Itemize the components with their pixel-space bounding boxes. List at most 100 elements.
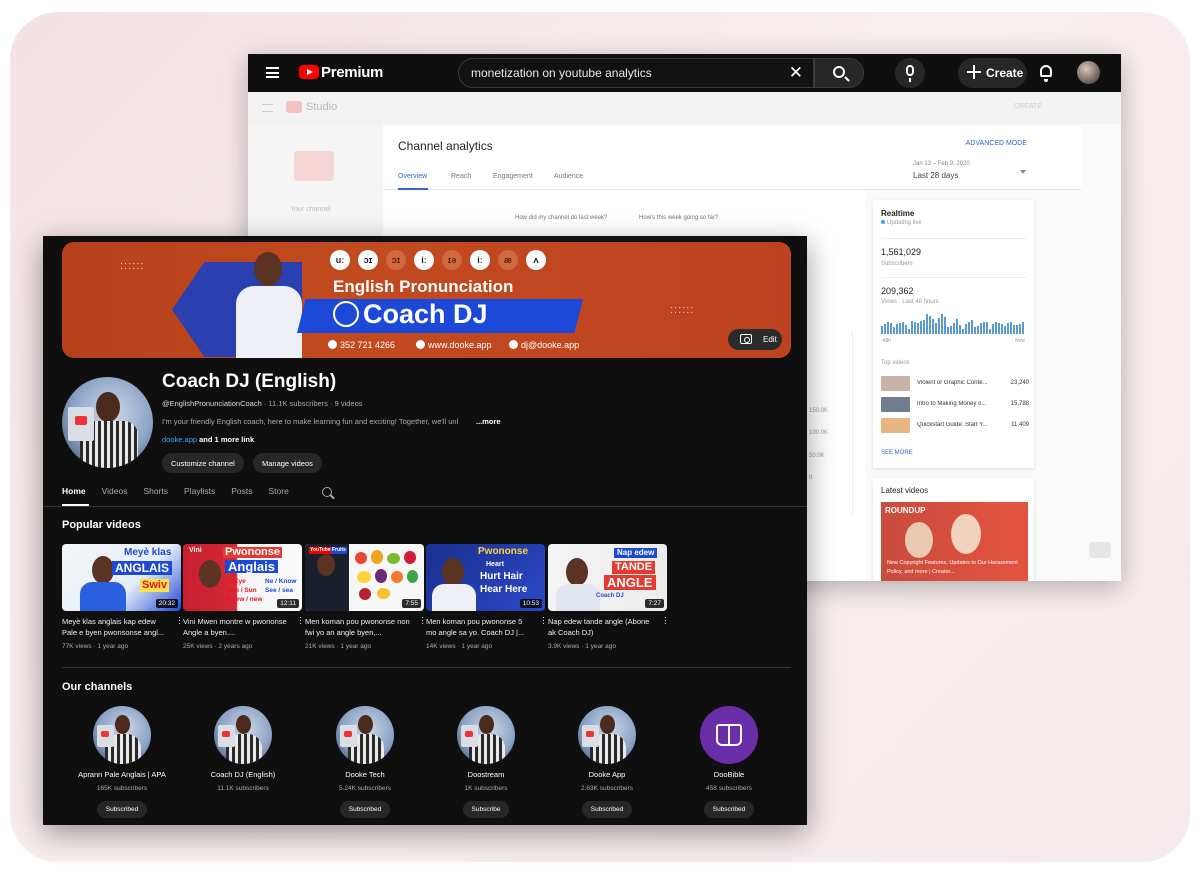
tab-overview[interactable]: Overview [398,173,427,180]
date-range[interactable]: Jan 13 – Feb 9, 2020 [913,161,970,167]
edit-banner-button[interactable]: Edit [728,329,782,350]
channel-avatar[interactable] [336,706,394,764]
channel-card-name[interactable]: DooBible [670,770,788,779]
studio-create-button[interactable]: CREATE [1014,103,1042,110]
tab-shorts[interactable]: Shorts [143,486,168,506]
video-card[interactable]: YouTube Fruits 7:55 Men koman pou pwonon… [305,544,424,650]
channel-card-name[interactable]: Dooke Tech [306,770,424,779]
channel-avatar[interactable] [214,706,272,764]
video-thumbnail[interactable]: Pwononse Heart Hurt Hair Hear Here 10:53 [426,544,545,611]
channel-link[interactable]: dooke.app [162,435,197,444]
advanced-mode-link[interactable]: ADVANCED MODE [966,140,1027,147]
video-thumbnail[interactable]: Nap edew TANDE ANGLE Coach DJ 7:27 [548,544,667,611]
top-video-row[interactable]: Quickstart Guide: Start Y... 11,409 [881,418,1029,434]
channel-handle[interactable]: @EnglishPronunciationCoach [162,399,262,408]
studio-channel-thumbnail[interactable] [294,151,334,181]
subscribe-button[interactable]: Subscribed [96,801,148,818]
tab-audience[interactable]: Audience [554,173,583,180]
subscribe-button[interactable]: Subscribed [581,801,633,818]
more-links-label[interactable]: and 1 more link [199,435,254,444]
video-title[interactable]: Violent or Graphic Conte... [917,380,997,386]
more-options-icon[interactable]: · · · [542,613,545,628]
video-thumbnail[interactable] [881,397,910,412]
channel-card[interactable]: Dooke App 2.63K subscribers Subscribed [548,706,666,818]
video-thumbnail[interactable]: Meyè klas ANGLAIS Swiv 20:32 [62,544,181,611]
channel-card[interactable]: DooBible 458 subscribers Subscribed [670,706,788,818]
tab-store[interactable]: Store [269,486,289,506]
video-card[interactable]: Pwononse Heart Hurt Hair Hear Here 10:53… [426,544,545,650]
video-thumbnail[interactable] [881,376,910,391]
manage-videos-button[interactable]: Manage videos [253,453,322,473]
chevron-down-icon[interactable] [1020,170,1026,174]
see-more-link[interactable]: SEE MORE [881,450,913,456]
video-title[interactable]: Nap edew tande angle (Abone ak Coach DJ) [548,616,656,638]
question-chip[interactable]: How did my channel do last week? [515,215,607,221]
premium-brand[interactable]: Premium [321,64,383,81]
subscribe-button[interactable]: Subscribed [339,801,391,818]
notifications-bell-icon[interactable] [1040,65,1052,82]
tab-playlists[interactable]: Playlists [184,486,215,506]
channel-card-name[interactable]: Coach DJ (English) [184,770,302,779]
search-button[interactable] [814,58,864,88]
video-card[interactable]: Nap edew TANDE ANGLE Coach DJ 7:27 Nap e… [548,544,667,650]
channel-card-name[interactable]: Aprann Pale Anglais | APA [63,770,181,779]
studio-menu-icon[interactable] [262,104,273,112]
channel-avatar[interactable] [62,377,153,468]
video-title[interactable]: Intro to Making Money o... [917,401,997,407]
video-title[interactable]: Men koman pou pwononse non fwi yo an ang… [305,616,413,638]
video-thumbnail[interactable]: Vini Pwononse Anglais I / Eye Sen / Sun Kn… [183,544,302,611]
video-title[interactable]: Men koman pou pwononse 5 mo angle sa yo.… [426,616,534,638]
channel-card-name[interactable]: Doostream [427,770,545,779]
video-title[interactable]: Vini Mwen montre w pwononse Angle a byen… [183,616,291,638]
tab-engagement[interactable]: Engagement [493,173,533,180]
search-input[interactable]: monetization on youtube analytics ✕ [458,58,814,88]
video-thumbnail[interactable] [881,418,910,433]
customize-channel-button[interactable]: Customize channel [162,453,244,473]
more-options-icon[interactable]: · · · [178,613,181,628]
create-button[interactable]: Create [958,58,1027,88]
plus-icon [967,65,981,79]
channel-avatar[interactable] [700,706,758,764]
studio-logo-icon[interactable] [286,101,302,113]
channel-card-name[interactable]: Dooke App [548,770,666,779]
channel-card[interactable]: Doostream 1K subscribers Subscribe [427,706,545,818]
more-options-icon[interactable]: · · · [421,613,424,628]
video-card[interactable]: Meyè klas ANGLAIS Swiv 20:32 Meyè klas a… [62,544,181,650]
channel-card[interactable]: Aprann Pale Anglais | APA 165K subscribe… [63,706,181,818]
video-thumbnail[interactable]: YouTube Fruits 7:55 [305,544,424,611]
youtube-logo-icon[interactable] [299,65,319,79]
channel-avatar[interactable] [578,706,636,764]
account-avatar[interactable] [1077,61,1100,84]
more-link[interactable]: ...more [476,417,501,426]
subscribe-button[interactable]: Subscribed [703,801,755,818]
clear-icon[interactable]: ✕ [789,63,803,83]
tab-reach[interactable]: Reach [451,173,471,180]
top-video-row[interactable]: Violent or Graphic Conte... 23,240 [881,376,1029,392]
channel-card[interactable]: Coach DJ (English) 11.1K subscribers [184,706,302,792]
channel-description[interactable]: I'm your friendly English coach, here to… [162,417,482,426]
more-options-icon[interactable]: · · · [299,613,302,628]
tab-videos[interactable]: Videos [102,486,128,506]
more-options-icon[interactable]: · · · [664,613,667,628]
play-icon[interactable] [1089,542,1111,558]
latest-video-thumbnail[interactable]: ROUNDUP New Copyright Features, Updates … [881,502,1028,581]
channel-search-icon[interactable] [322,487,332,497]
tab-home[interactable]: Home [62,486,86,506]
period-select[interactable]: Last 28 days [913,171,958,180]
video-card[interactable]: Vini Pwononse Anglais I / Eye Sen / Sun Kn… [183,544,302,650]
voice-search-button[interactable] [895,58,925,88]
channel-links[interactable]: dooke.app and 1 more link [162,435,254,444]
realtime-bar [1022,322,1024,334]
channel-card[interactable]: Dooke Tech 5.24K subscribers Subscribed [306,706,424,818]
top-video-row[interactable]: Intro to Making Money o... 15,788 [881,397,1029,413]
video-title[interactable]: Quickstart Guide: Start Y... [917,422,997,428]
avatar-face [600,715,615,734]
channel-avatar[interactable] [457,706,515,764]
search-value[interactable]: monetization on youtube analytics [471,66,652,80]
menu-icon[interactable] [266,67,279,78]
tab-posts[interactable]: Posts [231,486,252,506]
channel-avatar[interactable] [93,706,151,764]
question-chip[interactable]: How's this week going so far? [639,215,718,221]
video-title[interactable]: Meyè klas anglais kap edew Pale e byen p… [62,616,170,638]
subscribe-button[interactable]: Subscribe [462,801,510,818]
